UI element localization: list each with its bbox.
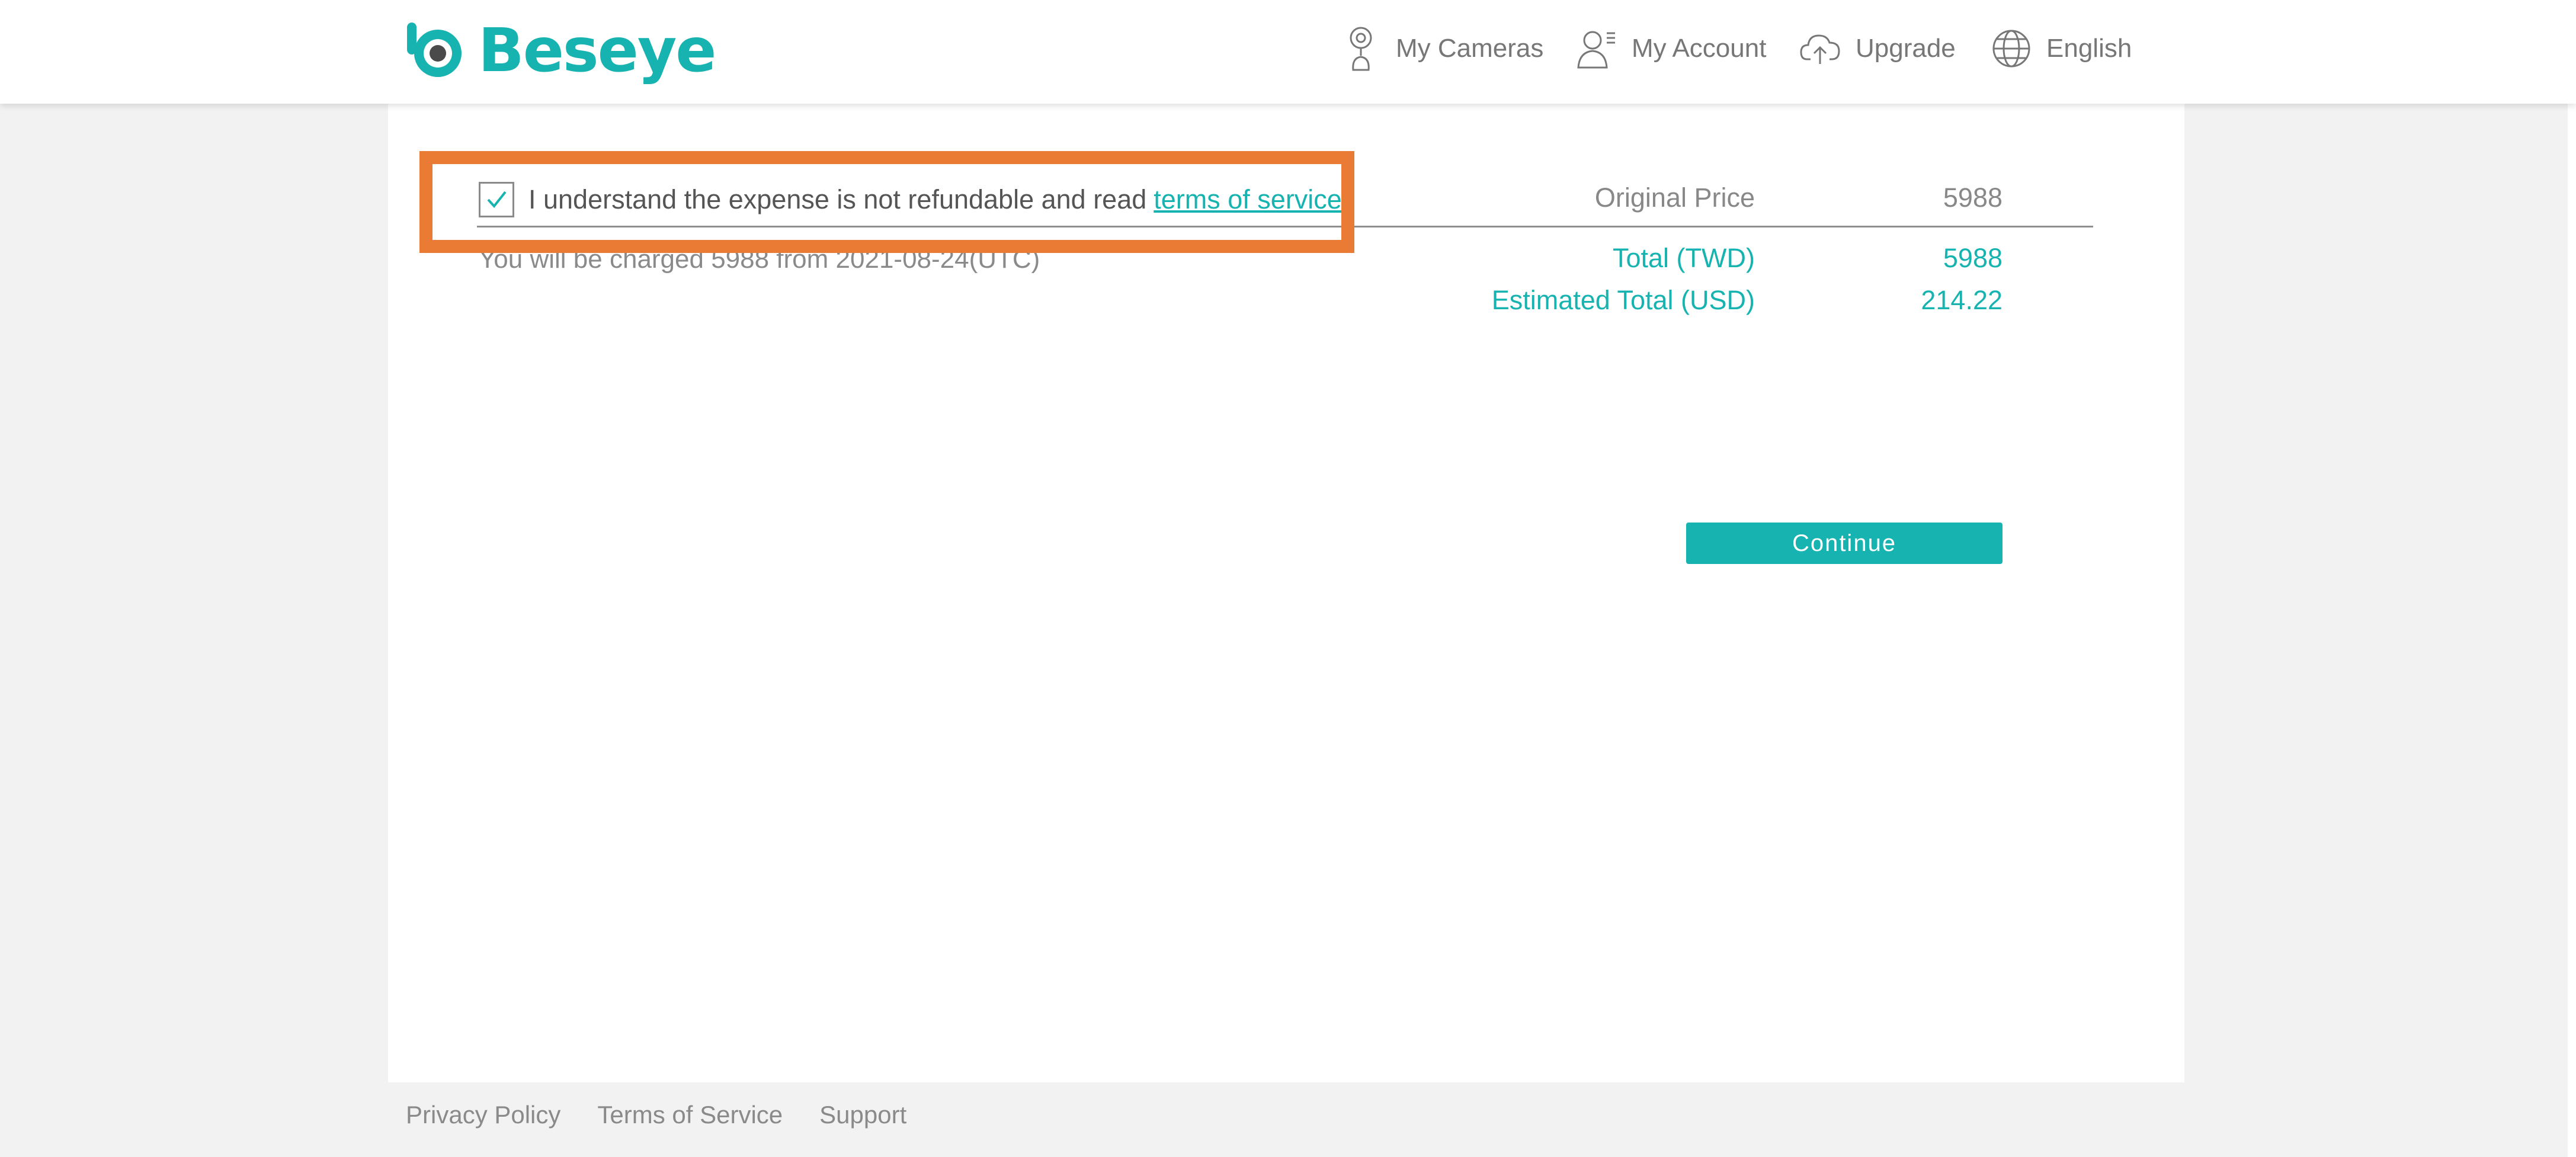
account-icon [1577, 31, 1615, 69]
estimated-usd-label: Estimated Total (USD) [1491, 285, 1755, 315]
beseye-logo[interactable]: Beseye [406, 15, 716, 86]
top-bar: Beseye My Cameras My Account Upgrade Eng… [0, 0, 2576, 104]
agreement-text: I understand the expense is not refundab… [528, 184, 1147, 214]
footer-terms-of-service[interactable]: Terms of Service [597, 1101, 783, 1129]
original-price-label: Original Price [1594, 182, 1755, 213]
refund-agreement: I understand the expense is not refundab… [479, 177, 1349, 223]
agreement-suffix: . [1341, 184, 1350, 214]
agree-checkbox[interactable] [479, 182, 514, 217]
nav-language[interactable]: English [1991, 25, 2132, 72]
main-nav: My Cameras [1340, 21, 1543, 76]
estimated-usd-value: 214.22 [1921, 285, 2003, 315]
nav-my-cameras[interactable]: My Cameras [1340, 25, 1543, 72]
main-nav-account: My Account [1576, 21, 1766, 76]
checkmark-icon [487, 191, 507, 209]
nav-label: My Account [1632, 34, 1767, 63]
beseye-logo-icon [407, 23, 462, 77]
nav-label: English [2046, 34, 2132, 63]
footer-privacy-policy[interactable]: Privacy Policy [406, 1101, 560, 1129]
main-nav-upgrade: Upgrade [1800, 21, 1956, 76]
nav-label: Upgrade [1856, 34, 1956, 63]
camera-icon [1350, 27, 1372, 71]
total-twd-value: 5988 [1943, 243, 2003, 273]
brand-name: Beseye [478, 15, 716, 86]
nav-label: My Cameras [1396, 34, 1544, 63]
footer: Privacy Policy Terms of Service Support [406, 1101, 943, 1129]
price-divider [477, 226, 2093, 227]
original-price-value: 5988 [1943, 182, 2003, 213]
charge-note: You will be charged 5988 from 2021-08-24… [479, 245, 1040, 274]
footer-support[interactable]: Support [819, 1101, 906, 1129]
nav-upgrade[interactable]: Upgrade [1800, 25, 1956, 72]
nav-my-account[interactable]: My Account [1576, 25, 1766, 72]
cloud-upload-icon [1800, 34, 1840, 64]
continue-button[interactable]: Continue [1686, 523, 2003, 564]
globe-icon [1992, 30, 2030, 68]
main-nav-language: English [1991, 21, 2132, 76]
terms-of-service-link[interactable]: terms of service [1154, 184, 1342, 215]
total-twd-label: Total (TWD) [1613, 243, 1755, 273]
scrollbar-track[interactable] [2568, 0, 2576, 1157]
